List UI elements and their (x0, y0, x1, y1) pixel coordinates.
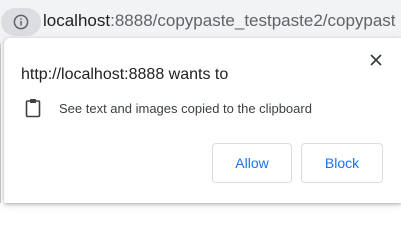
url-text[interactable]: localhost:8888/copypaste_testpaste2/copy… (43, 11, 396, 31)
url-host: localhost (43, 11, 111, 30)
url-path: :8888/copypaste_testpaste2/copypast (110, 11, 396, 30)
permission-dialog: http://localhost:8888 wants to See text … (4, 38, 401, 203)
info-icon (13, 14, 29, 30)
close-button[interactable] (368, 52, 384, 68)
allow-button[interactable]: Allow (212, 143, 292, 183)
close-icon (370, 54, 382, 66)
site-info-button[interactable] (1, 8, 41, 36)
permission-text: See text and images copied to the clipbo… (59, 101, 312, 116)
clipboard-icon (25, 98, 41, 123)
block-button[interactable]: Block (301, 143, 383, 183)
dialog-title: http://localhost:8888 wants to (21, 66, 229, 83)
page-edge (0, 44, 1, 203)
